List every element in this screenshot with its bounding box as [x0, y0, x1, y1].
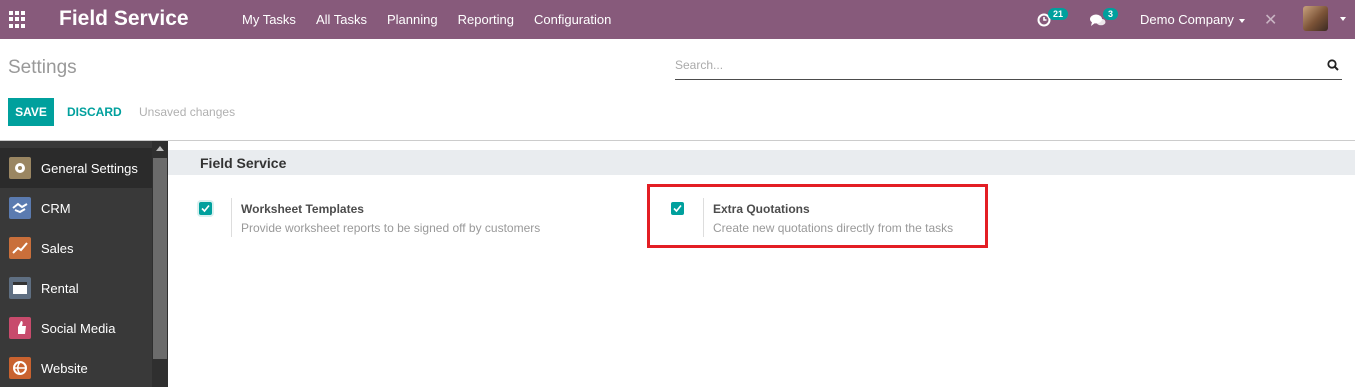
chevron-down-icon [1238, 18, 1245, 23]
activity-button[interactable]: 21 [1037, 0, 1069, 39]
sidebar-item-label: Sales [41, 240, 74, 256]
gear-icon [9, 157, 31, 179]
sidebar-item-general-settings[interactable]: General Settings [0, 148, 152, 188]
section-title: Field Service [200, 155, 287, 171]
highlight-box [647, 184, 988, 248]
sidebar-item-label: Rental [41, 280, 79, 296]
settings-sidebar: General Settings CRM Sales Rental Social… [0, 141, 168, 387]
sidebar-item-rental[interactable]: Rental [0, 268, 152, 308]
sidebar-item-website[interactable]: Website [0, 348, 152, 388]
thumbs-up-icon [9, 317, 31, 339]
menu-item-my-tasks[interactable]: My Tasks [242, 12, 296, 27]
chart-line-icon [9, 237, 31, 259]
sidebar-item-label: CRM [41, 200, 71, 216]
divider [231, 198, 232, 237]
chevron-down-icon[interactable] [1340, 17, 1346, 21]
search-icon[interactable] [1327, 59, 1339, 71]
search-input[interactable] [675, 51, 1295, 79]
top-navbar: Field Service My Tasks All Tasks Plannin… [0, 0, 1355, 39]
message-count-badge: 3 [1103, 7, 1119, 20]
option-description: Provide worksheet reports to be signed o… [241, 221, 541, 235]
menu-item-all-tasks[interactable]: All Tasks [316, 12, 367, 27]
close-icon[interactable]: ✕ [1264, 10, 1277, 30]
checkmark-icon [201, 204, 210, 213]
sidebar-item-label: General Settings [41, 160, 138, 176]
divider [0, 140, 1355, 141]
menu-item-reporting[interactable]: Reporting [458, 12, 514, 27]
activity-count-badge: 21 [1048, 7, 1069, 20]
sidebar-item-sales[interactable]: Sales [0, 228, 152, 268]
sidebar-item-label: Social Media [41, 320, 116, 336]
scroll-up-icon[interactable] [156, 146, 164, 151]
sidebar-item-label: Website [41, 360, 88, 376]
discard-button[interactable]: DISCARD [67, 105, 122, 119]
avatar[interactable] [1303, 6, 1328, 31]
worksheet-templates-checkbox[interactable] [199, 202, 212, 215]
apps-menu-icon[interactable] [9, 11, 26, 28]
sidebar-item-social-media[interactable]: Social Media [0, 308, 152, 348]
page-title: Settings [8, 57, 77, 78]
unsaved-changes-status: Unsaved changes [139, 105, 236, 119]
main-menu: My Tasks All Tasks Planning Reporting Co… [242, 12, 631, 27]
company-name: Demo Company [1140, 12, 1234, 27]
globe-icon [9, 357, 31, 379]
search-bar [675, 51, 1342, 80]
save-button[interactable]: SAVE [8, 98, 54, 126]
menu-item-configuration[interactable]: Configuration [534, 12, 611, 27]
section-header: Field Service [168, 150, 1355, 175]
messages-button[interactable]: 3 [1090, 0, 1119, 39]
scrollbar-thumb[interactable] [153, 158, 167, 359]
sidebar-item-crm[interactable]: CRM [0, 188, 152, 228]
handshake-icon [9, 197, 31, 219]
option-title: Worksheet Templates [241, 202, 364, 216]
calendar-icon [9, 277, 31, 299]
company-switcher[interactable]: Demo Company [1140, 12, 1245, 27]
app-name: Field Service [59, 7, 189, 30]
menu-item-planning[interactable]: Planning [387, 12, 438, 27]
